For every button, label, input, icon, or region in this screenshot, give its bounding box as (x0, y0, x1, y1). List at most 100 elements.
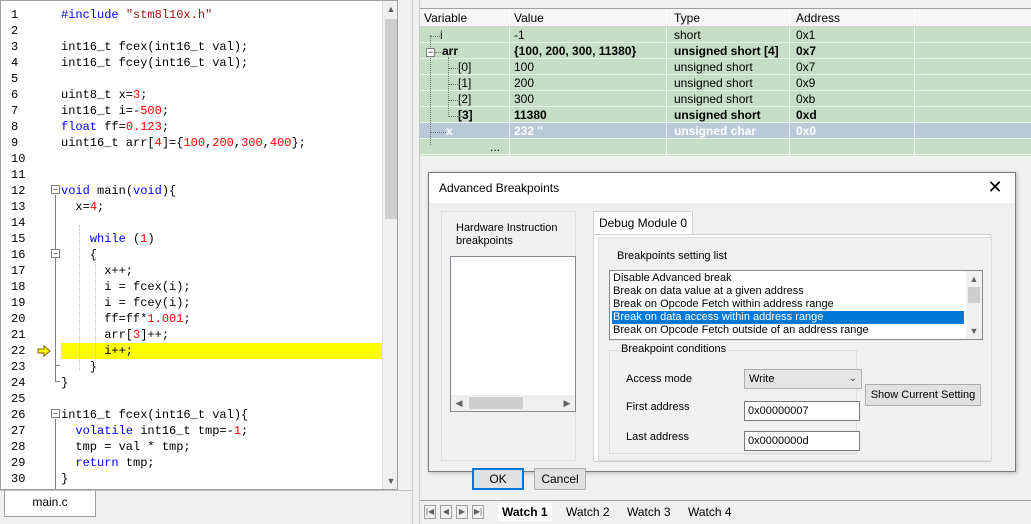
watch-row[interactable]: i -1 short 0x1 (420, 27, 1031, 43)
watch-variable-cell[interactable]: ... (422, 139, 508, 155)
code-line[interactable]: 9 uint16_t arr[4]={100,200,300,400}; (1, 135, 382, 151)
code-line[interactable]: 13 x=4; (1, 199, 382, 215)
code-line[interactable]: 25 (1, 391, 382, 407)
pane-splitter[interactable] (412, 0, 420, 524)
breakpoints-list-scrollbar[interactable]: ▲ ▼ (966, 271, 982, 339)
tab-watch-4[interactable]: Watch 4 (684, 503, 736, 521)
scroll-up-icon[interactable]: ▲ (383, 1, 397, 17)
code-line[interactable]: 15 while (1) (1, 231, 382, 247)
watch-type-cell[interactable]: short (672, 27, 790, 43)
collapse-arr-icon[interactable]: − (426, 48, 435, 57)
tab-watch-1[interactable]: Watch 1 (498, 503, 552, 521)
watch-value-cell[interactable]: 200 (512, 75, 664, 91)
watch-row[interactable]: [2] 300 unsigned short 0xb (420, 91, 1031, 107)
watch-value-cell[interactable]: -1 (512, 27, 664, 43)
watch-type-cell[interactable]: unsigned short (672, 107, 790, 123)
column-header-value[interactable]: Value (512, 9, 664, 25)
watch-value-cell[interactable]: 11380 (512, 107, 664, 123)
watch-address-cell[interactable]: 0x7 (794, 43, 914, 59)
column-divider[interactable] (666, 9, 667, 157)
code-line[interactable]: 10 (1, 151, 382, 167)
watch-type-cell[interactable]: unsigned short (672, 59, 790, 75)
code-line[interactable]: 21 arr[3]++; (1, 327, 382, 343)
scroll-up-icon[interactable]: ▲ (966, 271, 982, 287)
scrollbar-thumb[interactable] (469, 397, 523, 409)
last-address-field[interactable]: 0x0000000d (744, 431, 860, 451)
fold-toggle-fcex[interactable]: − (51, 409, 60, 418)
code-line[interactable]: 18 i = fcex(i); (1, 279, 382, 295)
code-line[interactable]: 19 i = fcey(i); (1, 295, 382, 311)
watch-type-cell[interactable]: unsigned short (672, 91, 790, 107)
watch-row[interactable]: [0] 100 unsigned short 0x7 (420, 59, 1031, 75)
code-editor[interactable]: 1 #include "stm8l10x.h" 2 3 int16_t fcex(int… (0, 0, 398, 490)
code-line[interactable]: 14 (1, 215, 382, 231)
watch-grid[interactable]: Variable Value Type Address i -1 short 0x1 a… (420, 8, 1031, 157)
code-line[interactable]: 7 int16_t i=-500; (1, 103, 382, 119)
first-address-field[interactable]: 0x00000007 (744, 401, 860, 421)
watch-type-cell[interactable]: unsigned char (672, 123, 790, 139)
column-header-variable[interactable]: Variable (422, 9, 508, 25)
cancel-button[interactable]: Cancel (534, 468, 586, 490)
access-mode-select[interactable]: Write ⌄ (744, 369, 862, 389)
code-line[interactable]: 24} (1, 375, 382, 391)
dialog-titlebar[interactable]: Advanced Breakpoints ✕ (429, 173, 1015, 203)
code-line[interactable]: 29 return tmp; (1, 455, 382, 471)
watch-variable-cell[interactable]: i (422, 27, 508, 43)
tab-watch-2[interactable]: Watch 2 (562, 503, 614, 521)
scrollbar-thumb[interactable] (968, 287, 980, 303)
code-line[interactable]: 4 int16_t fcey(int16_t val); (1, 55, 382, 71)
scroll-right-icon[interactable]: ▶ (559, 395, 575, 411)
watch-value-cell[interactable] (512, 139, 664, 155)
ok-button[interactable]: OK (472, 468, 524, 490)
tab-watch-3[interactable]: Watch 3 (623, 503, 675, 521)
column-divider[interactable] (914, 9, 915, 157)
watch-address-cell[interactable] (794, 139, 914, 155)
file-tab-main-c[interactable]: main.c (4, 491, 96, 517)
watch-row[interactable]: [1] 200 unsigned short 0x9 (420, 75, 1031, 91)
watch-row[interactable]: arr {100, 200, 300, 11380} unsigned short … (420, 43, 1031, 59)
watch-type-cell[interactable]: unsigned short [4] (672, 43, 790, 59)
scroll-left-icon[interactable]: ◀ (451, 395, 467, 411)
watch-address-cell[interactable]: 0xb (794, 91, 914, 107)
code-line[interactable]: 3 int16_t fcex(int16_t val); (1, 39, 382, 55)
watch-address-cell[interactable]: 0x1 (794, 27, 914, 43)
code-line[interactable]: 27 volatile int16_t tmp=-1; (1, 423, 382, 439)
column-divider[interactable] (509, 9, 510, 157)
scroll-down-icon[interactable]: ▼ (383, 473, 397, 489)
watch-row[interactable]: ... (420, 139, 1031, 155)
code-line[interactable]: 22 i++; (1, 343, 382, 359)
hw-breakpoints-list[interactable]: ◀ ▶ (450, 256, 576, 412)
watch-address-cell[interactable]: 0x7 (794, 59, 914, 75)
fold-toggle-main[interactable]: − (51, 185, 60, 194)
fold-toggle-while[interactable]: − (51, 249, 60, 258)
code-line[interactable]: 30} (1, 471, 382, 487)
watch-row[interactable]: [3] 11380 unsigned short 0xd (420, 107, 1031, 123)
code-line[interactable]: 17 x++; (1, 263, 382, 279)
watch-variable-cell[interactable]: [2] (422, 91, 508, 107)
tab-debug-module-0[interactable]: Debug Module 0 (593, 211, 693, 235)
watch-value-cell[interactable]: 232 '' (512, 123, 664, 139)
code-line[interactable]: 6 uint8_t x=3; (1, 87, 382, 103)
show-current-setting-button[interactable]: Show Current Setting (865, 384, 981, 406)
column-header-type[interactable]: Type (672, 9, 790, 25)
code-line[interactable]: 2 (1, 23, 382, 39)
breakpoint-option[interactable]: Break on Opcode Fetch outside of an addr… (612, 324, 964, 337)
watch-value-cell[interactable]: 100 (512, 59, 664, 75)
code-line[interactable]: 20 ff=ff*1.001; (1, 311, 382, 327)
code-line[interactable]: 28 tmp = val * tmp; (1, 439, 382, 455)
prev-tab-icon[interactable]: ◀ (440, 505, 452, 519)
breakpoints-setting-list[interactable]: Disable Advanced break Break on data valu… (609, 270, 983, 340)
editor-vertical-scrollbar[interactable]: ▲ ▼ (382, 1, 397, 489)
scroll-down-icon[interactable]: ▼ (966, 323, 982, 339)
watch-variable-cell[interactable]: [3] (422, 107, 508, 123)
watch-variable-cell[interactable]: x (422, 123, 508, 139)
first-tab-icon[interactable]: |◀ (424, 505, 436, 519)
watch-address-cell[interactable]: 0x0 (794, 123, 914, 139)
next-tab-icon[interactable]: ▶ (456, 505, 468, 519)
watch-row[interactable]: x 232 '' unsigned char 0x0 (420, 123, 1031, 139)
breakpoint-option[interactable]: Break on data value at a given address (612, 285, 964, 298)
watch-value-cell[interactable]: {100, 200, 300, 11380} (512, 43, 664, 59)
breakpoint-option[interactable]: Break on Opcode Fetch within address ran… (612, 298, 964, 311)
watch-variable-cell[interactable]: [0] (422, 59, 508, 75)
code-line[interactable]: 1 #include "stm8l10x.h" (1, 7, 382, 23)
